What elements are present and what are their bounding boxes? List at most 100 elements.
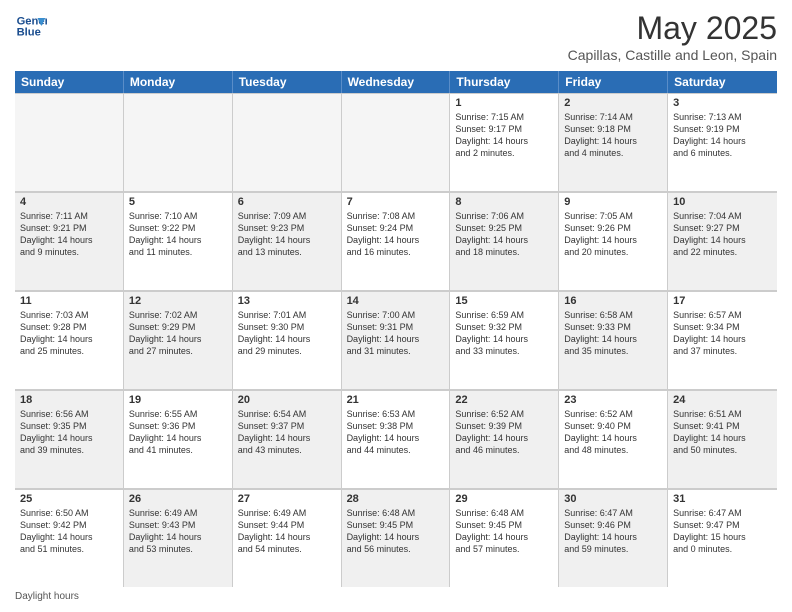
calendar-cell: 8 Sunrise: 7:06 AM Sunset: 9:25 PM Daylig… — [450, 192, 559, 290]
day-of-week-header: Sunday — [15, 71, 124, 93]
cell-info: Sunrise: 6:48 AM Sunset: 9:45 PM Dayligh… — [347, 507, 445, 556]
calendar-row: 25Sunrise: 6:50 AM Sunset: 9:42 PM Dayli… — [15, 489, 777, 587]
day-of-week-header: Thursday — [450, 71, 559, 93]
day-of-week-header: Monday — [124, 71, 233, 93]
calendar-cell: 31 Sunrise: 6:47 AM Sunset: 9:47 PM Dayli… — [668, 489, 777, 587]
calendar-cell — [15, 93, 124, 191]
calendar-cell: 25Sunrise: 6:50 AM Sunset: 9:42 PM Dayli… — [15, 489, 124, 587]
day-of-week-header: Tuesday — [233, 71, 342, 93]
day-number: 14 — [347, 295, 445, 307]
svg-text:Blue: Blue — [17, 27, 41, 39]
cell-info: Sunrise: 7:08 AM Sunset: 9:24 PM Dayligh… — [347, 210, 445, 259]
calendar-cell: 2 Sunrise: 7:14 AM Sunset: 9:18 PM Daylig… — [559, 93, 668, 191]
cell-info: Sunrise: 7:05 AM Sunset: 9:26 PM Dayligh… — [564, 210, 662, 259]
calendar-cell: 12Sunrise: 7:02 AM Sunset: 9:29 PM Dayli… — [124, 291, 233, 389]
day-number: 20 — [238, 394, 336, 406]
cell-info: Sunrise: 7:14 AM Sunset: 9:18 PM Dayligh… — [564, 111, 662, 160]
calendar-cell — [124, 93, 233, 191]
day-number: 28 — [347, 493, 445, 505]
calendar-cell: 5 Sunrise: 7:10 AM Sunset: 9:22 PM Daylig… — [124, 192, 233, 290]
calendar-cell: 29Sunrise: 6:48 AM Sunset: 9:45 PM Dayli… — [450, 489, 559, 587]
cell-info: Sunrise: 7:01 AM Sunset: 9:30 PM Dayligh… — [238, 309, 336, 358]
cell-info: Sunrise: 7:09 AM Sunset: 9:23 PM Dayligh… — [238, 210, 336, 259]
calendar-cell: 21Sunrise: 6:53 AM Sunset: 9:38 PM Dayli… — [342, 390, 451, 488]
day-number: 17 — [673, 295, 772, 307]
day-number: 1 — [455, 97, 553, 109]
cell-info: Sunrise: 6:47 AM Sunset: 9:47 PM Dayligh… — [673, 507, 772, 556]
cell-info: Sunrise: 6:49 AM Sunset: 9:44 PM Dayligh… — [238, 507, 336, 556]
cell-info: Sunrise: 7:13 AM Sunset: 9:19 PM Dayligh… — [673, 111, 772, 160]
day-number: 30 — [564, 493, 662, 505]
day-number: 16 — [564, 295, 662, 307]
day-number: 13 — [238, 295, 336, 307]
calendar-cell: 9 Sunrise: 7:05 AM Sunset: 9:26 PM Daylig… — [559, 192, 668, 290]
calendar-cell: 30 Sunrise: 6:47 AM Sunset: 9:46 PM Dayli… — [559, 489, 668, 587]
day-number: 10 — [673, 196, 772, 208]
day-number: 29 — [455, 493, 553, 505]
day-number: 18 — [20, 394, 118, 406]
day-number: 31 — [673, 493, 772, 505]
main-title: May 2025 — [568, 10, 777, 47]
cell-info: Sunrise: 7:15 AM Sunset: 9:17 PM Dayligh… — [455, 111, 553, 160]
cell-info: Sunrise: 6:53 AM Sunset: 9:38 PM Dayligh… — [347, 408, 445, 457]
calendar-row: 11 Sunrise: 7:03 AM Sunset: 9:28 PM Dayli… — [15, 291, 777, 390]
logo: General Blue — [15, 10, 51, 42]
calendar-cell: 22 Sunrise: 6:52 AM Sunset: 9:39 PM Dayli… — [450, 390, 559, 488]
calendar-header: SundayMondayTuesdayWednesdayThursdayFrid… — [15, 71, 777, 93]
day-of-week-header: Friday — [559, 71, 668, 93]
cell-info: Sunrise: 7:03 AM Sunset: 9:28 PM Dayligh… — [20, 309, 118, 358]
day-number: 24 — [673, 394, 772, 406]
logo-icon: General Blue — [15, 10, 47, 42]
cell-info: Sunrise: 7:10 AM Sunset: 9:22 PM Dayligh… — [129, 210, 227, 259]
cell-info: Sunrise: 6:58 AM Sunset: 9:33 PM Dayligh… — [564, 309, 662, 358]
day-number: 12 — [129, 295, 227, 307]
calendar-cell: 7 Sunrise: 7:08 AM Sunset: 9:24 PM Daylig… — [342, 192, 451, 290]
cell-info: Sunrise: 6:57 AM Sunset: 9:34 PM Dayligh… — [673, 309, 772, 358]
day-number: 23 — [564, 394, 662, 406]
day-number: 5 — [129, 196, 227, 208]
calendar-cell: 16 Sunrise: 6:58 AM Sunset: 9:33 PM Dayli… — [559, 291, 668, 389]
day-number: 25 — [20, 493, 118, 505]
cell-info: Sunrise: 6:55 AM Sunset: 9:36 PM Dayligh… — [129, 408, 227, 457]
day-of-week-header: Saturday — [668, 71, 777, 93]
calendar-cell: 11 Sunrise: 7:03 AM Sunset: 9:28 PM Dayli… — [15, 291, 124, 389]
calendar-cell: 17 Sunrise: 6:57 AM Sunset: 9:34 PM Dayli… — [668, 291, 777, 389]
cell-info: Sunrise: 6:52 AM Sunset: 9:40 PM Dayligh… — [564, 408, 662, 457]
header: General Blue May 2025 Capillas, Castille… — [15, 10, 777, 63]
title-block: May 2025 Capillas, Castille and Leon, Sp… — [568, 10, 777, 63]
cell-info: Sunrise: 6:49 AM Sunset: 9:43 PM Dayligh… — [129, 507, 227, 556]
calendar-cell: 20 Sunrise: 6:54 AM Sunset: 9:37 PM Dayli… — [233, 390, 342, 488]
cell-info: Sunrise: 6:59 AM Sunset: 9:32 PM Dayligh… — [455, 309, 553, 358]
day-number: 6 — [238, 196, 336, 208]
calendar-cell: 18Sunrise: 6:56 AM Sunset: 9:35 PM Dayli… — [15, 390, 124, 488]
day-number: 27 — [238, 493, 336, 505]
calendar-cell: 19 Sunrise: 6:55 AM Sunset: 9:36 PM Dayli… — [124, 390, 233, 488]
day-number: 3 — [673, 97, 772, 109]
day-number: 15 — [455, 295, 553, 307]
calendar-cell: 10Sunrise: 7:04 AM Sunset: 9:27 PM Dayli… — [668, 192, 777, 290]
day-number: 8 — [455, 196, 553, 208]
day-number: 22 — [455, 394, 553, 406]
cell-info: Sunrise: 6:54 AM Sunset: 9:37 PM Dayligh… — [238, 408, 336, 457]
calendar-row: 4Sunrise: 7:11 AM Sunset: 9:21 PM Daylig… — [15, 192, 777, 291]
day-number: 11 — [20, 295, 118, 307]
calendar-cell: 1 Sunrise: 7:15 AM Sunset: 9:17 PM Daylig… — [450, 93, 559, 191]
calendar: SundayMondayTuesdayWednesdayThursdayFrid… — [15, 71, 777, 587]
calendar-cell: 15 Sunrise: 6:59 AM Sunset: 9:32 PM Dayli… — [450, 291, 559, 389]
cell-info: Sunrise: 6:52 AM Sunset: 9:39 PM Dayligh… — [455, 408, 553, 457]
day-number: 19 — [129, 394, 227, 406]
calendar-cell: 4Sunrise: 7:11 AM Sunset: 9:21 PM Daylig… — [15, 192, 124, 290]
calendar-cell — [233, 93, 342, 191]
calendar-cell: 23 Sunrise: 6:52 AM Sunset: 9:40 PM Dayli… — [559, 390, 668, 488]
calendar-row: 18Sunrise: 6:56 AM Sunset: 9:35 PM Dayli… — [15, 390, 777, 489]
day-number: 4 — [20, 196, 118, 208]
day-number: 9 — [564, 196, 662, 208]
cell-info: Sunrise: 7:00 AM Sunset: 9:31 PM Dayligh… — [347, 309, 445, 358]
calendar-cell: 26Sunrise: 6:49 AM Sunset: 9:43 PM Dayli… — [124, 489, 233, 587]
calendar-cell: 6 Sunrise: 7:09 AM Sunset: 9:23 PM Daylig… — [233, 192, 342, 290]
calendar-cell: 14 Sunrise: 7:00 AM Sunset: 9:31 PM Dayli… — [342, 291, 451, 389]
day-number: 7 — [347, 196, 445, 208]
day-number: 2 — [564, 97, 662, 109]
cell-info: Sunrise: 6:47 AM Sunset: 9:46 PM Dayligh… — [564, 507, 662, 556]
cell-info: Sunrise: 7:06 AM Sunset: 9:25 PM Dayligh… — [455, 210, 553, 259]
